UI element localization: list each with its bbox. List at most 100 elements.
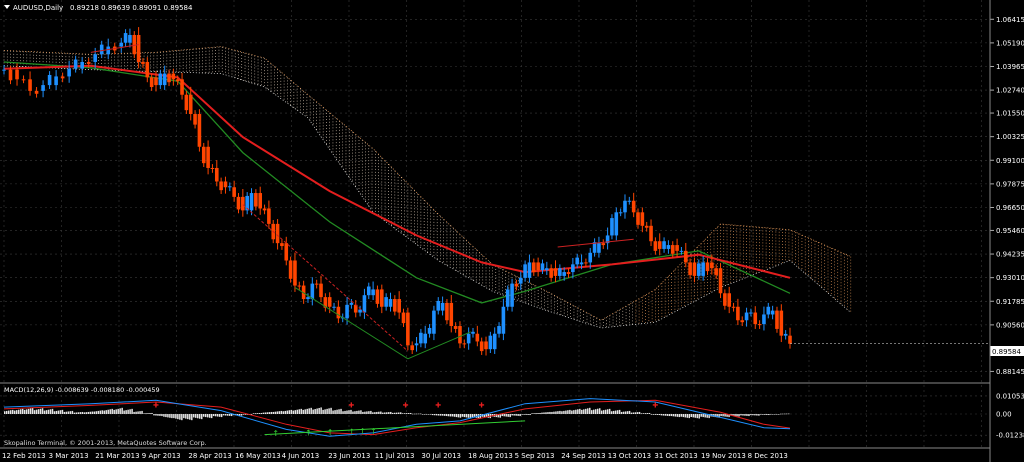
macd-histogram-bar bbox=[332, 410, 334, 414]
macd-histogram-bar bbox=[378, 411, 380, 414]
macd-histogram-bar bbox=[151, 412, 153, 414]
time-tick-label: 21 Mar 2013 bbox=[95, 452, 139, 460]
macd-histogram-bar bbox=[75, 412, 78, 414]
macd-histogram-bar bbox=[171, 414, 173, 419]
macd-histogram-bar bbox=[242, 414, 245, 415]
macd-histogram-bar bbox=[63, 411, 66, 414]
macd-histogram-bar bbox=[575, 409, 577, 414]
macd-histogram-bar bbox=[304, 409, 306, 414]
macd-histogram-bar bbox=[129, 409, 131, 414]
macd-histogram-bar bbox=[111, 408, 113, 414]
macd-histogram-bar bbox=[503, 414, 505, 417]
price-tick-label: 0.94235 bbox=[996, 251, 1024, 259]
macd-tick-label: -0.012381 bbox=[996, 432, 1024, 440]
candle-body bbox=[558, 268, 562, 276]
candle-body bbox=[488, 335, 493, 350]
candle-body bbox=[306, 297, 310, 300]
candle-body bbox=[249, 193, 254, 211]
candle-body bbox=[653, 241, 658, 251]
copyright-text: Skopalino Terminal, © 2001-2013, MetaQuo… bbox=[4, 439, 207, 447]
macd-histogram-bar bbox=[407, 413, 410, 414]
macd-histogram-bar bbox=[762, 414, 764, 415]
macd-histogram-bar bbox=[153, 414, 155, 416]
candle-body bbox=[236, 196, 241, 210]
candle-body bbox=[366, 286, 371, 296]
candle-body bbox=[727, 293, 732, 307]
macd-histogram-bar bbox=[521, 414, 523, 415]
macd-histogram-bar bbox=[89, 411, 92, 414]
macd-histogram-bar bbox=[346, 410, 348, 414]
candle-body bbox=[73, 59, 78, 69]
macd-histogram-bar bbox=[382, 412, 384, 414]
macd-histogram-bar bbox=[300, 408, 302, 414]
terminal-chart-window[interactable]: AUDUSD,Daily 0.89218 0.89639 0.89091 0.8… bbox=[0, 0, 1024, 462]
macd-histogram-bar bbox=[386, 412, 388, 414]
macd-histogram-bar bbox=[19, 409, 22, 414]
macd-histogram-bar bbox=[37, 409, 40, 414]
macd-histogram-bar bbox=[545, 412, 547, 414]
macd-histogram-bar bbox=[612, 410, 615, 414]
time-axis[interactable]: 12 Feb 2013 3 Mar 2013 21 Mar 2013 9 Apr 20… bbox=[2, 452, 788, 460]
candle-body bbox=[193, 114, 197, 125]
macd-histogram-bar bbox=[264, 412, 267, 414]
buy-arrow-icon: ↑ bbox=[327, 428, 334, 437]
time-tick-label: 23 Jun 2013 bbox=[328, 452, 370, 460]
candle-body bbox=[657, 241, 662, 249]
macd-histogram-bar bbox=[644, 413, 647, 414]
macd-histogram-bar bbox=[338, 409, 340, 414]
candle-body bbox=[731, 306, 736, 308]
candle-body bbox=[584, 262, 588, 264]
macd-histogram-bar bbox=[722, 414, 724, 417]
candle-body bbox=[28, 79, 32, 91]
candle-body bbox=[436, 300, 441, 311]
macd-histogram-bar bbox=[366, 411, 368, 414]
candle-body bbox=[770, 310, 775, 315]
candle-body bbox=[536, 262, 540, 271]
candle-body bbox=[640, 212, 645, 226]
macd-histogram-bar bbox=[467, 414, 470, 418]
macd-histogram-bar bbox=[622, 411, 625, 414]
macd-histogram-bar bbox=[157, 414, 159, 416]
macd-histogram-bar bbox=[772, 414, 774, 415]
macd-histogram-bar bbox=[626, 411, 629, 414]
macd-histogram-bar bbox=[684, 414, 687, 418]
macd-histogram-bar bbox=[103, 410, 105, 414]
buy-arrow-icon: ↑ bbox=[305, 428, 312, 437]
macd-histogram-bar bbox=[405, 413, 408, 414]
macd-histogram-bar bbox=[226, 414, 229, 416]
macd-histogram-bar bbox=[256, 413, 259, 414]
sell-marker-icon: ✚ bbox=[153, 402, 159, 410]
macd-histogram-bar bbox=[47, 409, 50, 414]
macd-histogram-bar bbox=[79, 412, 82, 414]
candle-body bbox=[267, 208, 271, 224]
macd-histogram-bar bbox=[141, 410, 143, 414]
candle-body bbox=[749, 312, 753, 314]
macd-histogram-bar bbox=[61, 409, 64, 414]
candle-body bbox=[232, 187, 236, 197]
macd-histogram-bar bbox=[286, 410, 289, 414]
macd-histogram-bar bbox=[670, 414, 673, 417]
macd-histogram-bar bbox=[543, 412, 545, 414]
candle-body bbox=[419, 332, 423, 344]
candle-body bbox=[779, 310, 784, 336]
macd-histogram-bar bbox=[632, 412, 635, 414]
candle-body bbox=[214, 167, 219, 182]
candle-body bbox=[484, 341, 488, 350]
candle-body bbox=[188, 94, 193, 115]
buy-arrow-icon: ↑ bbox=[272, 429, 279, 438]
macd-histogram-bar bbox=[326, 408, 328, 414]
macd-histogram-bar bbox=[443, 414, 446, 416]
macd-histogram-bar bbox=[591, 410, 593, 414]
macd-histogram-bar bbox=[587, 408, 589, 414]
candle-body bbox=[206, 146, 210, 168]
macd-histogram-bar bbox=[59, 410, 62, 414]
candle-body bbox=[258, 193, 263, 209]
candle-body bbox=[462, 343, 467, 345]
macd-histogram-bar bbox=[654, 414, 657, 415]
price-tick-label: 0.93010 bbox=[996, 274, 1024, 282]
candle-body bbox=[666, 245, 671, 249]
macd-histogram-bar bbox=[535, 413, 537, 414]
macd-histogram-bar bbox=[449, 414, 452, 417]
macd-histogram-bar bbox=[658, 414, 661, 416]
macd-histogram-bar bbox=[278, 411, 281, 414]
